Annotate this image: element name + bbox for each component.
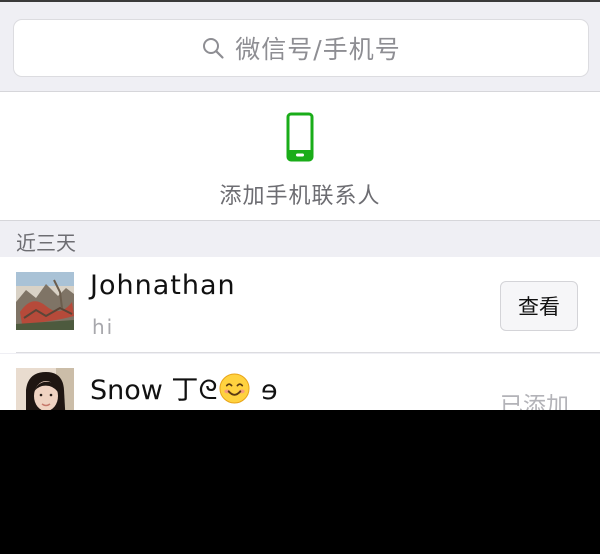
avatar-landscape-image — [16, 272, 74, 330]
add-phone-contacts-button[interactable]: 添加手机联系人 — [0, 92, 600, 221]
list-item[interactable]: Johnathan hi 查看 — [0, 257, 600, 353]
list-item[interactable]: Snow 丁ᘓ ɘ 已添加 — [0, 354, 600, 410]
new-friends-screen: 微信号/手机号 添加手机联系人 近三天 Johnathan hi 查看 Snow… — [0, 0, 600, 410]
section-header-label: 近三天 — [16, 231, 76, 255]
search-icon — [203, 38, 224, 59]
smiling-face-emoji — [219, 373, 250, 404]
contact-name-suffix: ɘ — [252, 375, 278, 406]
section-header: 近三天 — [0, 221, 600, 258]
contact-message: hi — [92, 315, 115, 339]
contact-name: Snow 丁ᘓ ɘ — [90, 368, 278, 407]
row-divider — [16, 352, 600, 353]
name-suffix-glyph: ᘓ — [198, 375, 218, 406]
search-input[interactable]: 微信号/手机号 — [13, 19, 589, 77]
phone-icon — [286, 112, 314, 162]
avatar-person-photo — [16, 368, 74, 410]
black-region — [0, 410, 600, 554]
search-placeholder: 微信号/手机号 — [235, 35, 401, 64]
avatar[interactable] — [16, 272, 74, 330]
contact-name: Johnathan — [90, 270, 236, 301]
contact-name-prefix: Snow 丁 — [90, 375, 199, 406]
added-status: 已添加 — [500, 393, 569, 410]
avatar[interactable] — [16, 368, 74, 410]
add-phone-contacts-label: 添加手机联系人 — [219, 184, 381, 209]
search-area: 微信号/手机号 — [0, 2, 600, 92]
view-button[interactable]: 查看 — [500, 281, 578, 331]
